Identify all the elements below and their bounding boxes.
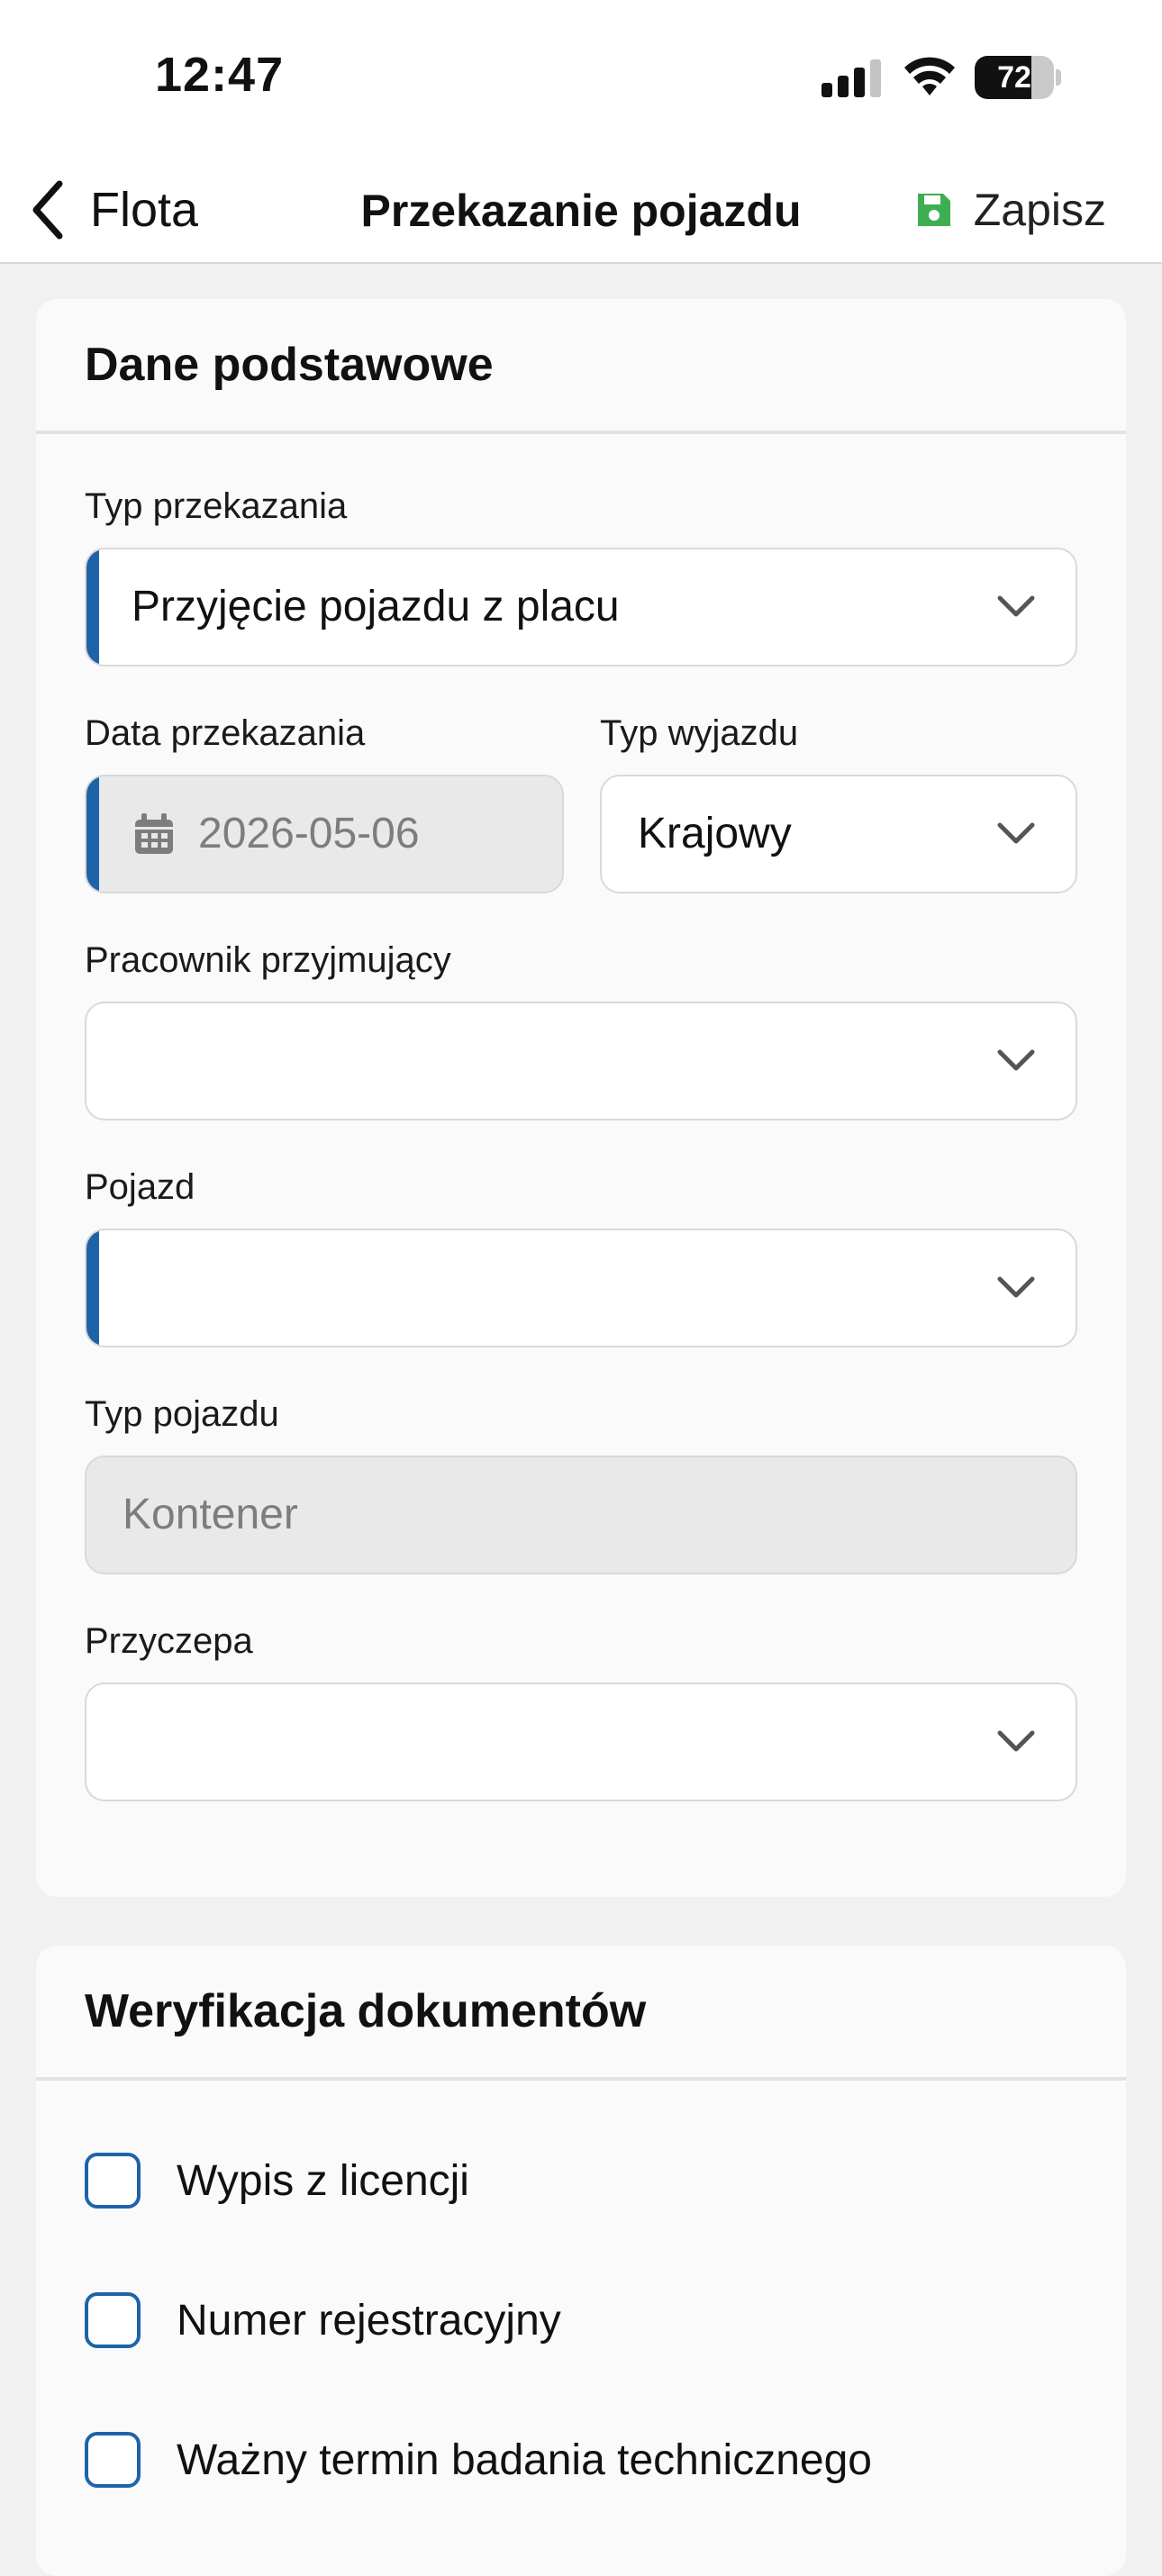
transfer-type-label: Typ przekazania xyxy=(85,486,348,526)
chevron-down-icon xyxy=(997,595,1035,617)
vehicle-type-value: Kontener xyxy=(123,1491,298,1538)
transfer-type-value: Przyjęcie pojazdu z placu xyxy=(132,583,620,630)
checkbox-label: Wypis z licencji xyxy=(177,2156,469,2205)
checkbox[interactable] xyxy=(85,2292,141,2348)
calendar-icon xyxy=(135,813,173,854)
checkbox-row[interactable]: Wypis z licencji xyxy=(85,2149,469,2212)
transfer-type-select[interactable]: Przyjęcie pojazdu z placu xyxy=(85,548,1077,667)
trailer-select[interactable] xyxy=(85,1683,1077,1801)
basic-data-header: Dane podstawowe xyxy=(36,299,1126,434)
document-verification-card: Weryfikacja dokumentów Wypis z licencji … xyxy=(36,1946,1126,2576)
vehicle-label: Pojazd xyxy=(85,1167,195,1207)
vehicle-type-field: Kontener xyxy=(85,1456,1077,1574)
document-verification-header: Weryfikacja dokumentów xyxy=(36,1946,1126,2081)
wifi-icon xyxy=(904,57,955,95)
chevron-down-icon xyxy=(997,1276,1035,1298)
transfer-date-field[interactable]: 2026-05-06 xyxy=(85,775,564,893)
vehicle-select[interactable] xyxy=(85,1229,1077,1347)
basic-data-card: Dane podstawowe Typ przekazania Przyjęci… xyxy=(36,299,1126,1897)
chevron-left-icon xyxy=(32,180,63,240)
checkbox-row[interactable]: Numer rejestracyjny xyxy=(85,2289,561,2352)
trip-type-select[interactable]: Krajowy xyxy=(600,775,1077,893)
chevron-down-icon xyxy=(997,822,1035,844)
chevron-down-icon xyxy=(997,1049,1035,1071)
floppy-disk-icon xyxy=(917,194,950,226)
navigation-bar: Flota Przekazanie pojazdu Zapisz xyxy=(0,158,1162,264)
status-bar: 12:47 72 xyxy=(0,0,1162,158)
checkbox-row[interactable]: Ważny termin badania technicznego xyxy=(85,2428,872,2491)
checkbox-label: Numer rejestracyjny xyxy=(177,2296,561,2345)
back-label: Flota xyxy=(90,183,199,237)
back-button[interactable]: Flota xyxy=(27,174,198,246)
transfer-date-label: Data przekazania xyxy=(85,713,366,753)
receiving-employee-select[interactable] xyxy=(85,1002,1077,1120)
checkbox-label: Ważny termin badania technicznego xyxy=(177,2435,872,2484)
checkbox[interactable] xyxy=(85,2153,141,2209)
signal-icon xyxy=(822,59,881,97)
checkbox[interactable] xyxy=(85,2432,141,2488)
trailer-label: Przyczepa xyxy=(85,1621,253,1661)
basic-data-title: Dane podstawowe xyxy=(85,339,494,391)
trip-type-value: Krajowy xyxy=(638,810,792,857)
battery-percentage: 72 xyxy=(997,60,1031,95)
vehicle-type-label: Typ pojazdu xyxy=(85,1394,279,1434)
chevron-down-icon xyxy=(997,1730,1035,1752)
transfer-date-value: 2026-05-06 xyxy=(198,810,420,857)
trip-type-label: Typ wyjazdu xyxy=(600,713,799,753)
status-time: 12:47 xyxy=(155,48,285,102)
save-button[interactable]: Zapisz xyxy=(914,174,1106,246)
document-verification-title: Weryfikacja dokumentów xyxy=(85,1985,647,2037)
save-label: Zapisz xyxy=(973,185,1106,235)
battery-icon: 72 xyxy=(975,56,1061,99)
receiving-employee-label: Pracownik przyjmujący xyxy=(85,940,451,980)
